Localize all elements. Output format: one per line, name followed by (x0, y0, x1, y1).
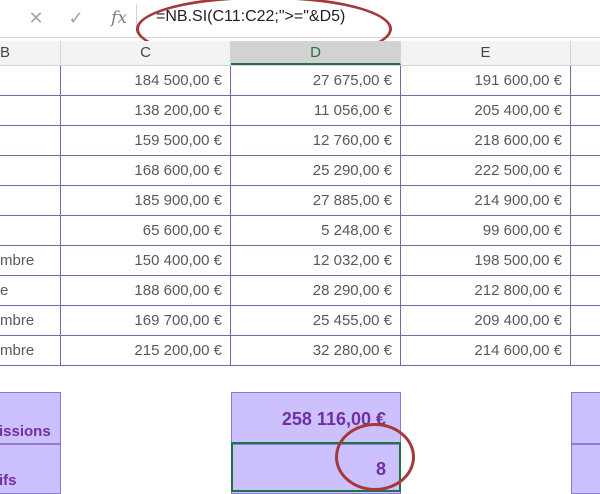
cell-d[interactable]: 28 290,00 € (231, 276, 401, 305)
cell-c[interactable]: 168 600,00 € (61, 156, 231, 185)
cell-b[interactable]: e (0, 276, 61, 305)
cell-c[interactable]: 188 600,00 € (61, 276, 231, 305)
summary-cell-f2[interactable] (571, 444, 600, 494)
cell-b[interactable] (0, 66, 61, 95)
cell-b[interactable]: mbre (0, 306, 61, 335)
fx-icon[interactable]: fx (107, 6, 131, 30)
count-label: ifs (0, 472, 17, 489)
column-header-row: B C D E (0, 41, 600, 66)
cell-e[interactable]: 222 500,00 € (401, 156, 571, 185)
table-row: 185 900,00 € 27 885,00 € 214 900,00 € (0, 186, 600, 216)
cell-c[interactable]: 184 500,00 € (61, 66, 231, 95)
data-grid: 184 500,00 € 27 675,00 € 191 600,00 € 13… (0, 66, 600, 366)
table-row: mbre 169 700,00 € 25 455,00 € 209 400,00… (0, 306, 600, 336)
table-row: e 188 600,00 € 28 290,00 € 212 800,00 € (0, 276, 600, 306)
column-header-f[interactable] (571, 41, 600, 65)
cell-e[interactable]: 212 800,00 € (401, 276, 571, 305)
cell-c[interactable]: 215 200,00 € (61, 336, 231, 365)
cell-d[interactable]: 25 290,00 € (231, 156, 401, 185)
cell-b[interactable]: mbre (0, 336, 61, 365)
cell-d[interactable]: 11 056,00 € (231, 96, 401, 125)
checkmark-icon[interactable]: ✓ (64, 6, 88, 30)
cell-e[interactable]: 214 600,00 € (401, 336, 571, 365)
column-header-c[interactable]: C (61, 41, 231, 65)
close-icon[interactable]: ✕ (24, 6, 48, 30)
table-row: mbre 215 200,00 € 32 280,00 € 214 600,00… (0, 336, 600, 366)
cell-b[interactable] (0, 156, 61, 185)
count-label-cell[interactable]: ifs (0, 444, 61, 494)
cell-d[interactable]: 25 455,00 € (231, 306, 401, 335)
table-row: 138 200,00 € 11 056,00 € 205 400,00 € (0, 96, 600, 126)
cell-c[interactable]: 65 600,00 € (61, 216, 231, 245)
column-header-e[interactable]: E (401, 41, 571, 65)
cell-c[interactable]: 185 900,00 € (61, 186, 231, 215)
table-row: mbre 150 400,00 € 12 032,00 € 198 500,00… (0, 246, 600, 276)
table-row: 168 600,00 € 25 290,00 € 222 500,00 € (0, 156, 600, 186)
cell-e[interactable]: 205 400,00 € (401, 96, 571, 125)
summary-cell-f1[interactable] (571, 392, 600, 444)
cell-d[interactable]: 32 280,00 € (231, 336, 401, 365)
cell-e[interactable]: 99 600,00 € (401, 216, 571, 245)
cell-c[interactable]: 159 500,00 € (61, 126, 231, 155)
column-header-b[interactable]: B (0, 41, 61, 65)
cell-c[interactable]: 150 400,00 € (61, 246, 231, 275)
table-row: 159 500,00 € 12 760,00 € 218 600,00 € (0, 126, 600, 156)
cell-e[interactable]: 191 600,00 € (401, 66, 571, 95)
cell-d[interactable]: 12 760,00 € (231, 126, 401, 155)
cell-d[interactable]: 5 248,00 € (231, 216, 401, 245)
commissions-label: issions (0, 423, 51, 440)
cell-d[interactable]: 27 885,00 € (231, 186, 401, 215)
cell-b[interactable] (0, 96, 61, 125)
table-row: 65 600,00 € 5 248,00 € 99 600,00 € (0, 216, 600, 246)
cell-e[interactable]: 218 600,00 € (401, 126, 571, 155)
commissions-label-cell[interactable]: issions (0, 392, 61, 444)
cell-b[interactable]: mbre (0, 246, 61, 275)
cell-c[interactable]: 169 700,00 € (61, 306, 231, 335)
cell-e[interactable]: 214 900,00 € (401, 186, 571, 215)
table-row: 184 500,00 € 27 675,00 € 191 600,00 € (0, 66, 600, 96)
cell-d[interactable]: 12 032,00 € (231, 246, 401, 275)
cell-d[interactable]: 27 675,00 € (231, 66, 401, 95)
cell-b[interactable] (0, 216, 61, 245)
cell-e[interactable]: 198 500,00 € (401, 246, 571, 275)
cell-e[interactable]: 209 400,00 € (401, 306, 571, 335)
column-header-d[interactable]: D (231, 41, 401, 65)
cell-c[interactable]: 138 200,00 € (61, 96, 231, 125)
count-annotation-ring (335, 423, 415, 491)
cell-b[interactable] (0, 186, 61, 215)
cell-b[interactable] (0, 126, 61, 155)
